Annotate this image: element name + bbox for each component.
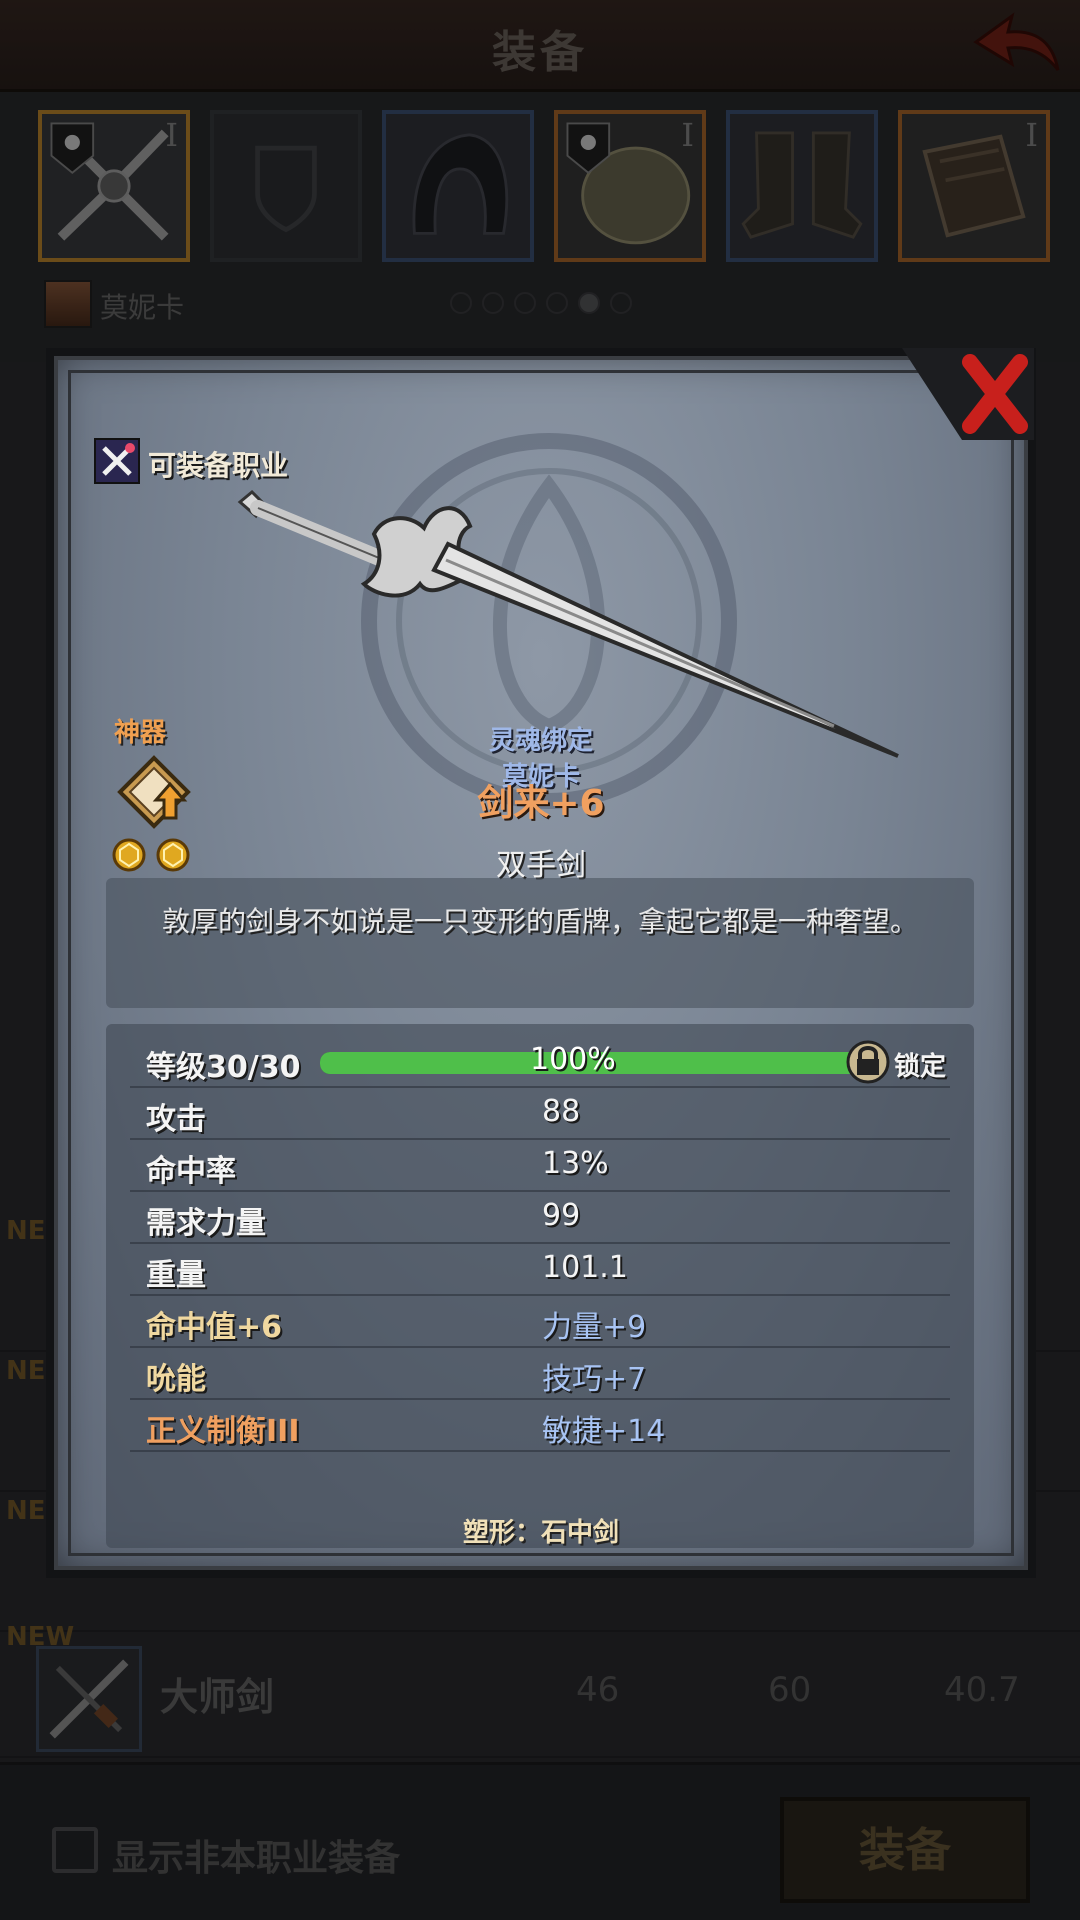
artifact-label: 神器	[114, 718, 167, 748]
item-detail-popup: 可装备职业 灵魂绑定 莫妮卡 剑来+6 双手剑 神器 敦厚的剑身不如说是一只变形…	[46, 348, 1036, 1578]
stat-label: 重量	[146, 1258, 206, 1293]
stat-row: 重量 101.1	[130, 1244, 950, 1296]
level-label: 等级30/30	[146, 1050, 301, 1085]
class-icon	[94, 438, 140, 484]
stat-label: 攻击	[146, 1102, 206, 1137]
stats-panel: 等级30/30 100% 锁定 攻击 88 命中率 13% 需求力量 99 重量	[106, 1024, 974, 1548]
bonus-left: 正义制衡III	[146, 1414, 300, 1449]
mold-label: 塑形：石中剑	[462, 1518, 619, 1548]
bonus-row: 命中值+6 力量+9	[130, 1296, 950, 1348]
level-value: 30/30	[206, 1050, 301, 1085]
stat-label: 命中率	[146, 1154, 236, 1189]
stat-value: 101.1	[542, 1250, 628, 1285]
gem-socket-icon	[112, 838, 146, 872]
stat-value: 99	[542, 1198, 581, 1233]
item-description: 敦厚的剑身不如说是一只变形的盾牌，拿起它都是一种奢望。	[161, 905, 918, 938]
close-icon[interactable]	[902, 348, 1034, 440]
bonus-left: 命中值+6	[146, 1310, 283, 1345]
stat-label: 需求力量	[146, 1206, 266, 1241]
level-percent: 100%	[530, 1042, 616, 1077]
stat-row: 攻击 88	[130, 1088, 950, 1140]
stat-value: 13%	[542, 1146, 609, 1181]
bonus-row: 正义制衡III 敏捷+14	[130, 1400, 950, 1452]
bonus-right: 力量+9	[542, 1310, 647, 1345]
artifact-upgrade-icon[interactable]	[116, 754, 192, 830]
bonus-right: 技巧+7	[542, 1362, 647, 1397]
description-box: 敦厚的剑身不如说是一只变形的盾牌，拿起它都是一种奢望。	[106, 878, 974, 1008]
stat-value: 88	[542, 1094, 581, 1129]
soul-bound-label: 灵魂绑定	[488, 726, 593, 756]
bonus-left: 吮能	[146, 1362, 206, 1397]
item-title: 剑来+6	[477, 783, 605, 824]
stat-row: 需求力量 99	[130, 1192, 950, 1244]
lock-icon[interactable]	[846, 1040, 890, 1084]
lock-label: 锁定	[894, 1052, 947, 1082]
bonus-right: 敏捷+14	[542, 1414, 666, 1449]
bonus-row: 吮能 技巧+7	[130, 1348, 950, 1400]
level-row: 等级30/30 100% 锁定	[130, 1036, 950, 1088]
gem-socket-icon	[156, 838, 190, 872]
stat-row: 命中率 13%	[130, 1140, 950, 1192]
